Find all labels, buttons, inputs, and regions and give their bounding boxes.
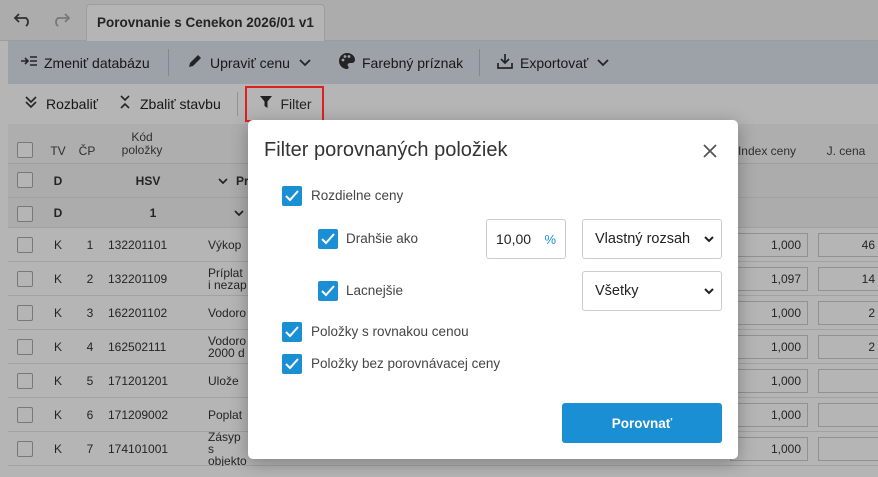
checkmark-icon	[285, 326, 299, 338]
app-window: Porovnanie s Cenekon 2026/01 v1 Zmeniť d…	[0, 0, 878, 477]
percent-input[interactable]: 10,00 %	[486, 219, 566, 259]
no-compare-price-label: Položky bez porovnávacej ceny	[311, 356, 501, 371]
same-price-label: Položky s rovnakou cenou	[311, 324, 469, 339]
chevron-down-icon	[703, 232, 715, 250]
funnel-icon	[257, 95, 275, 113]
percent-unit: %	[544, 231, 556, 247]
dialog-title: Filter porovnaných položiek	[264, 139, 508, 161]
cheaper-checkbox[interactable]	[318, 281, 338, 301]
range-select-value: Vlastný rozsah	[595, 231, 691, 247]
same-price-checkbox[interactable]	[282, 322, 302, 342]
different-prices-checkbox[interactable]	[282, 186, 302, 206]
close-icon[interactable]	[701, 142, 719, 160]
more-expensive-label: Drahšie ako	[346, 231, 419, 246]
different-prices-label: Rozdielne ceny	[311, 188, 404, 203]
filter-dialog: Filter porovnaných položiek Rozdielne ce…	[248, 120, 738, 459]
filter-button[interactable]: Filter	[245, 86, 324, 122]
checkmark-icon	[321, 233, 335, 245]
range-select[interactable]: Vlastný rozsah	[582, 219, 722, 259]
chevron-down-icon	[703, 284, 715, 302]
compare-button[interactable]: Porovnať	[562, 403, 722, 443]
checkmark-icon	[285, 358, 299, 370]
checkmark-icon	[321, 285, 335, 297]
percent-value: 10,00	[496, 231, 532, 247]
filter-label: Filter	[280, 96, 312, 112]
no-compare-price-checkbox[interactable]	[282, 354, 302, 374]
more-expensive-checkbox[interactable]	[318, 229, 338, 249]
cheaper-select[interactable]: Všetky	[582, 271, 722, 311]
cheaper-select-value: Všetky	[595, 283, 639, 299]
cheaper-label: Lacnejšie	[346, 283, 404, 298]
checkmark-icon	[285, 190, 299, 202]
